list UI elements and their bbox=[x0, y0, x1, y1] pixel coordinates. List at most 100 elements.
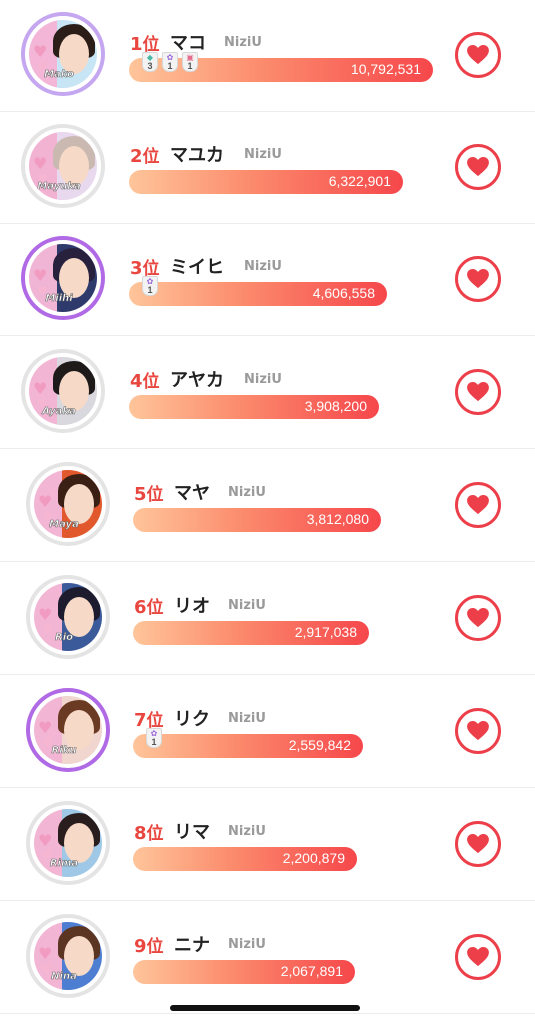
achievement-badge-icon: ✿ 1 bbox=[146, 728, 162, 748]
vote-heart-button[interactable] bbox=[455, 482, 501, 528]
achievement-badges: ✿ 1 bbox=[146, 728, 162, 748]
heart-icon bbox=[467, 608, 489, 628]
vote-count: 2,200,879 bbox=[282, 850, 345, 866]
vote-count: 3,908,200 bbox=[304, 398, 367, 414]
vote-count: 2,917,038 bbox=[294, 624, 357, 640]
heart-decoration-icon: ♥ bbox=[33, 266, 48, 285]
badge-count: 1 bbox=[151, 737, 157, 747]
rank-suffix: 位 bbox=[142, 147, 160, 167]
vote-heart-button[interactable] bbox=[455, 32, 501, 78]
heart-icon bbox=[467, 721, 489, 741]
ranking-row[interactable]: ♥ ♥ Mayuka 2位 マユカ NiziU 6,322,901 bbox=[0, 112, 535, 224]
vote-count-bar: 2,917,038 bbox=[133, 621, 369, 645]
ranking-row[interactable]: ♥ ♥ Ayaka 4位 アヤカ NiziU 3,908,200 bbox=[0, 337, 535, 449]
ranking-row[interactable]: ♥ ♥ Rima 8位 リマ NiziU 2,200,879 bbox=[0, 789, 535, 901]
ranking-row[interactable]: ♥ ♥ Riku 7位 リク NiziU 2,559,842 ✿ 1 bbox=[0, 676, 535, 788]
avatar-name-label: Nina bbox=[51, 971, 77, 983]
member-name: ニナ bbox=[174, 935, 210, 956]
vote-heart-button[interactable] bbox=[455, 595, 501, 641]
heart-decoration-icon: ♥ bbox=[38, 944, 53, 963]
heart-decoration-icon: ♥ bbox=[38, 831, 53, 850]
vote-count-bar: 2,200,879 bbox=[133, 847, 357, 871]
member-avatar[interactable]: ♥ ♥ Mayuka bbox=[21, 124, 105, 208]
badge-count: 1 bbox=[167, 61, 173, 71]
achievement-badges: ◆ 3 ✿ 1 ▣ 1 bbox=[142, 52, 198, 72]
rank-number: 7 bbox=[134, 710, 147, 731]
heart-icon bbox=[467, 45, 489, 65]
rank-suffix: 位 bbox=[146, 937, 164, 957]
heart-decoration-icon: ♥ bbox=[33, 42, 48, 61]
heart-decoration-icon: ♥ bbox=[38, 718, 53, 737]
member-avatar[interactable]: ♥ ♥ Miihi bbox=[21, 236, 105, 320]
rank-label: 5位 bbox=[134, 480, 164, 505]
member-name: リク bbox=[174, 709, 210, 730]
home-indicator bbox=[170, 1005, 360, 1011]
avatar-name-label: Riku bbox=[51, 745, 77, 757]
avatar-image: ♥ ♥ Mako bbox=[29, 20, 97, 88]
member-avatar[interactable]: ♥ ♥ Riku bbox=[26, 688, 110, 772]
rank-number: 8 bbox=[134, 823, 147, 844]
avatar-name-label: Ayaka bbox=[42, 406, 76, 418]
member-name: マユカ bbox=[170, 145, 224, 166]
vote-heart-button[interactable] bbox=[455, 934, 501, 980]
rank-label: 2位 bbox=[130, 142, 160, 167]
group-label: NiziU bbox=[228, 711, 266, 726]
member-avatar[interactable]: ♥ ♥ Maya bbox=[26, 462, 110, 546]
ranking-row[interactable]: ♥ ♥ Nina 9位 ニナ NiziU 2,067,891 bbox=[0, 902, 535, 1014]
vote-count-bar: 2,067,891 bbox=[133, 960, 355, 984]
ranking-row[interactable]: ♥ ♥ Mako 1位 マコ NiziU 10,792,531 ◆ 3 ✿ 1 ▣ 1 bbox=[0, 0, 535, 112]
vote-heart-button[interactable] bbox=[455, 369, 501, 415]
ranking-row[interactable]: ♥ ♥ Miihi 3位 ミイヒ NiziU 4,606,558 ✿ 1 bbox=[0, 224, 535, 336]
group-label: NiziU bbox=[244, 147, 282, 162]
vote-count-bar: 6,322,901 bbox=[129, 170, 403, 194]
heart-decoration-icon: ♥ bbox=[33, 379, 48, 398]
heart-icon bbox=[467, 495, 489, 515]
avatar-name-label: Mayuka bbox=[37, 181, 81, 193]
vote-heart-button[interactable] bbox=[455, 256, 501, 302]
member-avatar[interactable]: ♥ ♥ Ayaka bbox=[21, 349, 105, 433]
member-avatar[interactable]: ♥ ♥ Rima bbox=[26, 801, 110, 885]
rank-number: 4 bbox=[130, 371, 143, 392]
heart-icon bbox=[467, 157, 489, 177]
vote-count-bar: 4,606,558 bbox=[129, 282, 387, 306]
group-label: NiziU bbox=[244, 259, 282, 274]
avatar-name-label: Miihi bbox=[45, 293, 73, 305]
rank-suffix: 位 bbox=[146, 598, 164, 618]
avatar-image: ♥ ♥ Rima bbox=[34, 809, 102, 877]
vote-count: 4,606,558 bbox=[312, 285, 375, 301]
heart-decoration-icon: ♥ bbox=[38, 605, 53, 624]
badge-count: 1 bbox=[187, 61, 193, 71]
member-name: マヤ bbox=[174, 483, 210, 504]
rank-number: 1 bbox=[130, 34, 143, 55]
vote-count-bar: 3,908,200 bbox=[129, 395, 379, 419]
rank-label: 9位 bbox=[134, 932, 164, 957]
group-label: NiziU bbox=[244, 372, 282, 387]
avatar-name-label: Rio bbox=[55, 632, 74, 644]
achievement-badge-icon: ▣ 1 bbox=[182, 52, 198, 72]
vote-count: 3,812,080 bbox=[306, 511, 369, 527]
rank-label: 4位 bbox=[130, 367, 160, 392]
achievement-badge-icon: ✿ 1 bbox=[162, 52, 178, 72]
vote-count-bar: 2,559,842 bbox=[133, 734, 363, 758]
heart-decoration-icon: ♥ bbox=[38, 492, 53, 511]
group-label: NiziU bbox=[224, 35, 262, 50]
rank-label: 6位 bbox=[134, 593, 164, 618]
member-avatar[interactable]: ♥ ♥ Mako bbox=[21, 12, 105, 96]
vote-heart-button[interactable] bbox=[455, 708, 501, 754]
ranking-row[interactable]: ♥ ♥ Rio 6位 リオ NiziU 2,917,038 bbox=[0, 563, 535, 675]
rank-label: 8位 bbox=[134, 819, 164, 844]
vote-heart-button[interactable] bbox=[455, 144, 501, 190]
member-name: リマ bbox=[174, 822, 210, 843]
rank-number: 6 bbox=[134, 597, 147, 618]
member-avatar[interactable]: ♥ ♥ Rio bbox=[26, 575, 110, 659]
group-label: NiziU bbox=[228, 485, 266, 500]
vote-heart-button[interactable] bbox=[455, 821, 501, 867]
avatar-image: ♥ ♥ Miihi bbox=[29, 244, 97, 312]
vote-count: 2,559,842 bbox=[288, 737, 351, 753]
rank-suffix: 位 bbox=[146, 824, 164, 844]
avatar-image: ♥ ♥ Riku bbox=[34, 696, 102, 764]
group-label: NiziU bbox=[228, 937, 266, 952]
heart-icon bbox=[467, 834, 489, 854]
ranking-row[interactable]: ♥ ♥ Maya 5位 マヤ NiziU 3,812,080 bbox=[0, 450, 535, 562]
member-avatar[interactable]: ♥ ♥ Nina bbox=[26, 914, 110, 998]
